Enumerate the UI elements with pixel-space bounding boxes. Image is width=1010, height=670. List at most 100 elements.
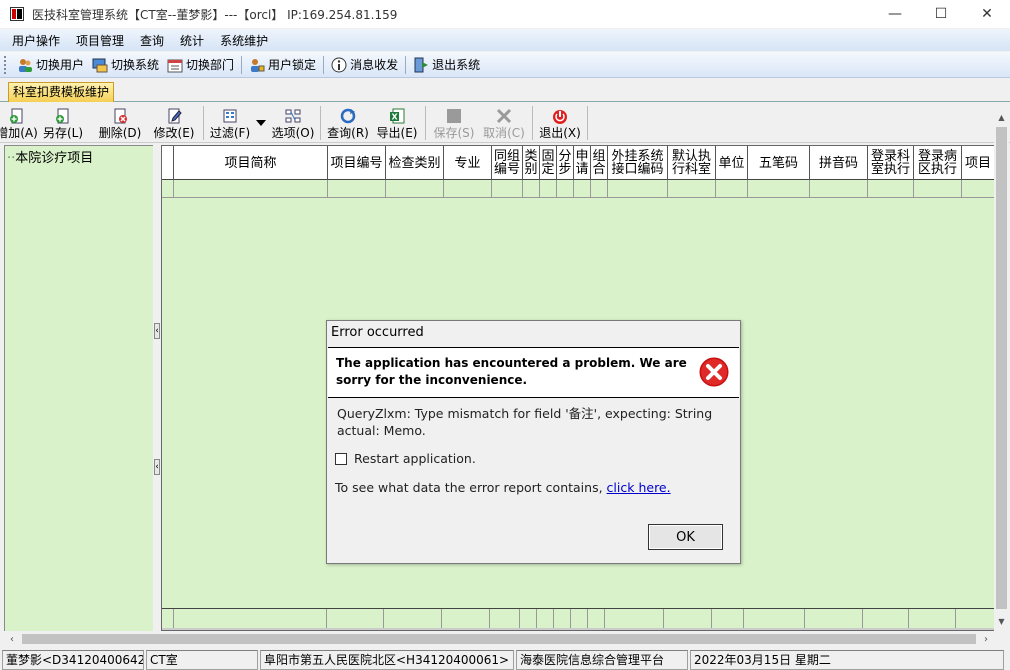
col-header-apply[interactable]: 申请	[574, 146, 591, 180]
filter-label: 过滤(F)	[209, 126, 251, 140]
export-label: 导出(E)	[376, 126, 418, 140]
col-header-dept-exec[interactable]: 登录科室执行	[868, 146, 914, 180]
panel-splitter[interactable]: ‹ ‹	[153, 145, 161, 632]
switch-system-button[interactable]: 切换系统	[88, 56, 163, 73]
menu-project-mgmt[interactable]: 项目管理	[68, 32, 132, 49]
toolbar-separator	[405, 55, 407, 74]
col-header-group-code[interactable]: 同组编号	[492, 146, 523, 180]
switch-user-label: 切换用户	[36, 58, 85, 72]
system-toolbar: 切换用户 切换系统 切换部门 用户锁定 消息收发 退出系统	[0, 52, 1010, 78]
menu-statistics[interactable]: 统计	[172, 32, 212, 49]
quit-button[interactable]: 退出(X)	[536, 104, 584, 142]
edit-label: 修改(E)	[153, 126, 195, 140]
messages-label: 消息收发	[350, 58, 399, 72]
ok-button[interactable]: OK	[648, 524, 723, 550]
tree-root-label: 本院诊疗项目	[15, 151, 94, 166]
menu-system-maint[interactable]: 系统维护	[212, 32, 276, 49]
filter-dropdown-button[interactable]	[253, 104, 269, 142]
col-header-unit[interactable]: 单位	[716, 146, 748, 180]
options-button[interactable]: 选项(O)	[269, 104, 317, 142]
chevron-down-icon	[256, 115, 266, 129]
col-header-default-dept[interactable]: 默认执行科室	[668, 146, 716, 180]
delete-button[interactable]: 删除(D)	[92, 104, 148, 142]
export-button[interactable]: X 导出(E)	[372, 104, 422, 142]
horizontal-scroll-thumb[interactable]	[22, 634, 976, 644]
scroll-down-icon[interactable]: ▼	[994, 613, 1009, 629]
exit-system-button[interactable]: 退出系统	[409, 56, 484, 73]
table-row[interactable]	[162, 180, 994, 198]
toolbar-separator	[587, 106, 588, 140]
switch-dept-button[interactable]: 切换部门	[163, 56, 238, 73]
lock-user-icon	[249, 57, 265, 73]
tab-fee-template[interactable]: 科室扣费模板维护	[8, 82, 115, 102]
save-button[interactable]: 保存(S)	[429, 104, 479, 142]
toolbar-separator	[532, 106, 533, 140]
col-header-exam-type[interactable]: 检查类别	[386, 146, 444, 180]
horizontal-scrollbar[interactable]: ‹ ›	[4, 631, 994, 647]
col-header-step[interactable]: 分步	[557, 146, 574, 180]
col-header-item-code[interactable]: 项目编号	[328, 146, 386, 180]
quit-label: 退出(X)	[539, 126, 581, 140]
grid-header: 项目简称 项目编号 检查类别 专业 同组编号 类别 固定 分步 申请 组合 外挂…	[162, 146, 994, 180]
col-header-wubi[interactable]: 五笔码	[748, 146, 810, 180]
toolbar-separator	[425, 106, 426, 140]
tree-root-item[interactable]: ··本院诊疗项目	[7, 147, 93, 166]
vertical-scroll-thumb[interactable]	[996, 127, 1007, 609]
grid-footer-row	[162, 608, 994, 629]
toolbar-separator	[320, 106, 321, 140]
department-icon	[167, 57, 183, 73]
save-label: 保存(S)	[433, 126, 475, 140]
users-icon	[17, 57, 33, 73]
title-bar: 医技科室管理系统【CT室--董梦影】---【orcl】 IP:169.254.8…	[0, 0, 1010, 28]
error-report-link[interactable]: click here.	[607, 480, 671, 495]
edit-button[interactable]: 修改(E)	[148, 104, 200, 142]
lock-user-button[interactable]: 用户锁定	[245, 56, 320, 73]
category-tree[interactable]: ··本院诊疗项目	[4, 145, 154, 632]
restart-checkbox[interactable]	[335, 452, 347, 465]
col-header-combo[interactable]: 组合	[591, 146, 608, 180]
chevron-left-icon[interactable]: ‹	[154, 323, 160, 339]
col-header-specialty[interactable]: 专业	[444, 146, 492, 180]
chevron-left-icon[interactable]: ‹	[154, 459, 160, 475]
save-as-label: 另存(L)	[42, 126, 84, 140]
query-button[interactable]: 查询(R)	[324, 104, 372, 142]
toolbar-grip[interactable]	[4, 55, 7, 74]
window-controls: — ☐ ✕	[872, 0, 1010, 28]
dialog-info-line: To see what data the error report contai…	[335, 480, 671, 495]
add-button[interactable]: 增加(A)	[0, 104, 38, 142]
dialog-title: Error occurred	[331, 325, 424, 340]
tab-strip: 科室扣费模板维护	[0, 79, 1010, 102]
restart-label: Restart application.	[354, 451, 476, 466]
options-icon	[284, 107, 302, 124]
scroll-up-icon[interactable]: ▲	[994, 109, 1009, 125]
switch-user-button[interactable]: 切换用户	[13, 56, 88, 73]
messages-button[interactable]: 消息收发	[327, 56, 402, 73]
col-header-fixed[interactable]: 固定	[540, 146, 557, 180]
restart-checkbox-row[interactable]: Restart application.	[335, 451, 476, 466]
filter-button[interactable]: 过滤(F)	[207, 104, 253, 142]
col-header-category[interactable]: 类别	[523, 146, 540, 180]
col-header-ward-exec[interactable]: 登录病区执行	[914, 146, 962, 180]
add-label: 增加(A)	[0, 126, 38, 140]
scroll-left-icon[interactable]: ‹	[4, 631, 20, 647]
minimize-button[interactable]: —	[872, 0, 918, 28]
col-header-ext-code[interactable]: 外挂系统接口编码	[608, 146, 668, 180]
close-button[interactable]: ✕	[964, 0, 1010, 28]
col-header-pinyin[interactable]: 拼音码	[810, 146, 868, 180]
vertical-scrollbar[interactable]: ▲ ▼	[994, 109, 1009, 631]
maximize-button[interactable]: ☐	[918, 0, 964, 28]
menu-query[interactable]: 查询	[132, 32, 172, 49]
delete-icon	[111, 107, 129, 124]
dialog-error-message: QueryZlxm: Type mismatch for field '备注',…	[337, 406, 713, 438]
col-header-short-name[interactable]: 项目简称	[174, 146, 328, 180]
app-logo-icon	[10, 7, 24, 21]
col-header-item[interactable]: 项目	[962, 146, 994, 180]
cancel-button[interactable]: 取消(C)	[479, 104, 529, 142]
lock-user-label: 用户锁定	[268, 58, 317, 72]
status-platform: 海泰医院信息综合管理平台	[516, 650, 688, 670]
scroll-right-icon[interactable]: ›	[978, 631, 994, 647]
dialog-header-panel: The application has encountered a proble…	[328, 347, 739, 398]
save-as-button[interactable]: 另存(L)	[34, 104, 92, 142]
svg-text:X: X	[392, 112, 399, 121]
menu-user-ops[interactable]: 用户操作	[4, 32, 68, 49]
